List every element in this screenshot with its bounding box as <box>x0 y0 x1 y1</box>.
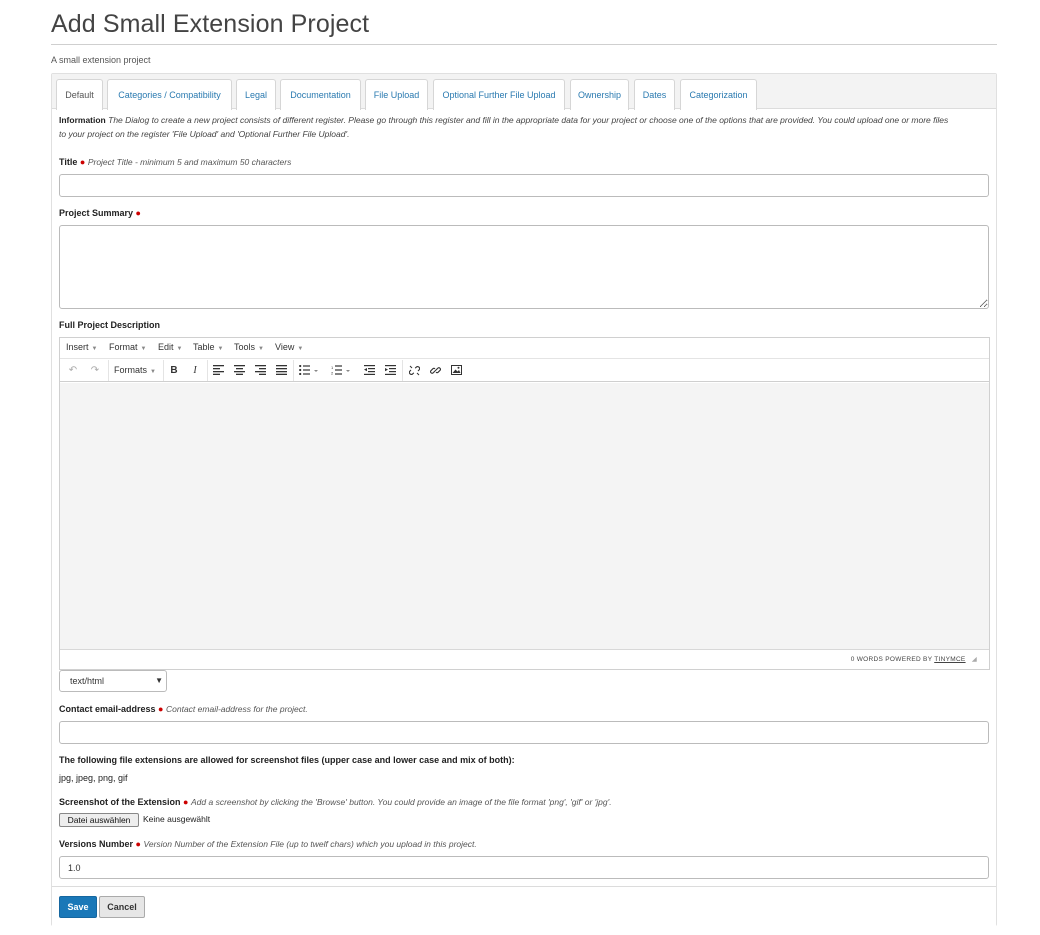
unlink-icon[interactable] <box>406 362 422 379</box>
contact-label: Contact email-address ● Contact email-ad… <box>59 704 308 714</box>
indent-icon[interactable] <box>382 362 398 379</box>
chevron-down-icon: ▼ <box>258 346 264 352</box>
choose-file-button[interactable]: Datei auswählen <box>59 813 139 827</box>
form-panel: Default Categories / Compatibility Legal… <box>51 73 997 926</box>
tab-legal[interactable]: Legal <box>236 79 276 110</box>
version-number-input[interactable] <box>59 856 989 879</box>
version-label: Versions Number ● Version Number of the … <box>59 839 477 849</box>
chevron-down-icon: ▼ <box>176 346 183 352</box>
chevron-down-icon: ▼ <box>91 346 98 352</box>
tab-categories-compatibility[interactable]: Categories / Compatibility <box>107 79 232 110</box>
align-justify-icon[interactable] <box>273 362 289 379</box>
required-icon: ● <box>183 797 189 807</box>
contact-hint: Contact email-address for the project. <box>166 704 308 714</box>
summary-label-text: Project Summary <box>59 208 134 218</box>
summary-label: Project Summary ● <box>59 208 141 218</box>
menu-tools[interactable]: Tools ▼ <box>234 342 264 352</box>
menu-view[interactable]: View ▼ <box>275 342 303 352</box>
extensions-list: jpg, jpeg, png, gif <box>59 773 128 783</box>
information-body: The Dialog to create a new project consi… <box>59 115 949 139</box>
tab-bar: Default Categories / Compatibility Legal… <box>52 74 996 110</box>
chevron-down-icon: ▼ <box>150 369 156 375</box>
version-hint: Version Number of the Extension File (up… <box>143 839 477 849</box>
toolbar-divider <box>402 360 403 381</box>
menu-format[interactable]: Format ▼ <box>109 342 146 352</box>
bullet-list-icon[interactable] <box>296 362 322 379</box>
rich-text-editor: Insert ▼ Format ▼ Edit ▼ Table ▼ Tools ▼ View… <box>59 337 990 670</box>
cancel-button[interactable]: Cancel <box>99 896 145 918</box>
bold-icon[interactable]: B <box>166 362 182 379</box>
dropdown-arrow-icon: ▼ <box>155 676 163 685</box>
content-format-select[interactable]: text/html ▼ <box>59 670 167 692</box>
word-count: 0 WORDS <box>850 656 884 663</box>
screenshot-label: Screenshot of the Extension ● Add a scre… <box>59 797 612 807</box>
toolbar-divider <box>163 360 164 381</box>
formats-dropdown[interactable]: Formats ▼ <box>110 362 160 379</box>
chevron-down-icon: ▼ <box>297 346 304 352</box>
tab-categorization[interactable]: Categorization <box>680 79 757 110</box>
editor-content-area[interactable] <box>60 383 989 650</box>
title-input[interactable] <box>59 174 989 197</box>
title-label-text: Title <box>59 157 78 167</box>
link-icon[interactable] <box>427 362 443 379</box>
numbered-list-icon[interactable]: 12 <box>328 362 354 379</box>
required-icon: ● <box>135 839 141 849</box>
page-subtitle: A small extension project <box>51 55 151 65</box>
resize-handle-icon[interactable]: ◢ <box>972 656 977 663</box>
title-label: Title ● Project Title - minimum 5 and ma… <box>59 157 291 167</box>
information-text: Information The Dialog to create a new p… <box>59 113 949 141</box>
menu-table[interactable]: Table ▼ <box>193 342 223 352</box>
tab-file-upload[interactable]: File Upload <box>365 79 428 110</box>
chevron-down-icon: ▼ <box>217 346 224 352</box>
toolbar-divider <box>293 360 294 381</box>
title-hint: Project Title - minimum 5 and maximum 50… <box>87 157 292 167</box>
summary-textarea[interactable] <box>59 225 989 309</box>
chevron-down-icon: ▼ <box>140 346 147 352</box>
toolbar-divider <box>207 360 208 381</box>
toolbar-divider <box>108 360 109 381</box>
contact-email-input[interactable] <box>59 721 989 744</box>
description-label: Full Project Description <box>59 320 161 330</box>
save-button[interactable]: Save <box>59 896 97 918</box>
format-select-value: text/html <box>70 676 105 686</box>
align-left-icon[interactable] <box>210 362 226 379</box>
page-title: Add Small Extension Project <box>51 10 370 38</box>
tab-default[interactable]: Default <box>56 79 103 110</box>
tab-dates[interactable]: Dates <box>634 79 675 110</box>
required-icon: ● <box>135 208 141 218</box>
tab-documentation[interactable]: Documentation <box>280 79 361 110</box>
information-label: Information <box>59 115 106 125</box>
screenshot-label-text: Screenshot of the Extension <box>59 797 181 807</box>
screenshot-hint: Add a screenshot by clicking the 'Browse… <box>191 797 612 807</box>
redo-icon[interactable]: ↷ <box>87 362 103 379</box>
undo-icon[interactable]: ↶ <box>65 362 81 379</box>
outdent-icon[interactable] <box>361 362 377 379</box>
editor-toolbar: ↶ ↷ Formats ▼ B I 1 2 <box>60 359 989 382</box>
required-icon: ● <box>79 157 86 167</box>
menu-insert[interactable]: Insert ▼ <box>66 342 97 352</box>
svg-text:1: 1 <box>331 365 334 370</box>
editor-statusbar: 0 WORDS POWERED BY TINYMCE ◢ <box>60 650 989 669</box>
title-divider <box>51 44 997 45</box>
page: Add Small Extension Project A small exte… <box>0 0 1040 935</box>
contact-label-text: Contact email-address <box>59 704 156 714</box>
image-icon[interactable] <box>448 362 464 379</box>
tab-optional-further-file-upload[interactable]: Optional Further File Upload <box>433 79 565 110</box>
editor-menubar: Insert ▼ Format ▼ Edit ▼ Table ▼ Tools ▼ View… <box>60 338 989 359</box>
italic-icon[interactable]: I <box>187 362 203 379</box>
version-label-text: Versions Number <box>59 839 134 849</box>
menu-edit[interactable]: Edit ▼ <box>158 342 182 352</box>
form-footer: Save Cancel <box>52 886 996 926</box>
align-right-icon[interactable] <box>252 362 268 379</box>
tinymce-link[interactable]: TINYMCE <box>934 656 965 663</box>
powered-by-text: POWERED BY <box>885 656 933 663</box>
required-icon: ● <box>158 704 164 714</box>
tab-ownership[interactable]: Ownership <box>570 79 629 110</box>
extensions-label: The following file extensions are allowe… <box>59 755 515 765</box>
file-status: Keine ausgewählt <box>143 814 211 824</box>
align-center-icon[interactable] <box>231 362 247 379</box>
svg-text:2: 2 <box>331 371 334 376</box>
